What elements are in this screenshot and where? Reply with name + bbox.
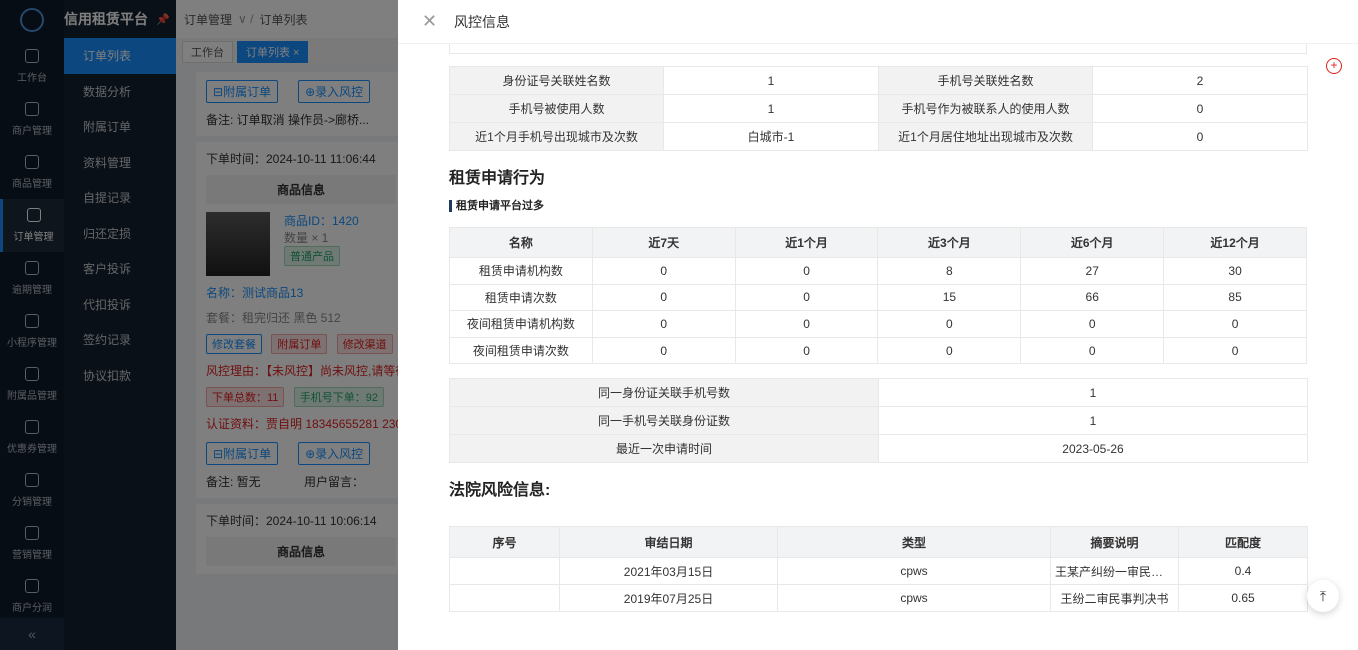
field-value: 1 (663, 94, 879, 123)
table-cell: 15 (877, 283, 1022, 312)
table-cell: 8 (877, 257, 1022, 285)
lease-stats-table-wrap: 名称 近7天 近1个月 近3个月 近6个月 近12个月 租赁申请机构数 0 0 8 27 30 租赁申… (449, 227, 1307, 365)
column-header: 类型 (777, 526, 1051, 558)
section-court-heading: 法院风险信息: (449, 482, 551, 499)
close-icon[interactable]: ✕ (422, 11, 438, 32)
identity-table: 身份证号关联姓名数 1 手机号关联姓名数 2 手机号被使用人数 1 手机号作为被联系人的使用… (449, 66, 1308, 151)
table-cell: 0.65 (1178, 584, 1308, 612)
table-cell: cpws (777, 557, 1051, 585)
table-cell: 夜间租赁申请机构数 (449, 310, 593, 338)
court-table: 序号 审结日期 类型 摘要说明 匹配度 2021年03月15日 cpws 王某产纠纷一审民事… (449, 526, 1308, 612)
table-cell: 0 (1163, 336, 1307, 365)
table-row: 最近一次申请时间 2023-05-26 (449, 434, 1308, 463)
court-table-wrap: 序号 审结日期 类型 摘要说明 匹配度 2021年03月15日 cpws 王某产纠纷一审民事… (449, 526, 1308, 612)
column-header: 近12个月 (1163, 227, 1307, 258)
field-value: 2023-05-26 (878, 434, 1308, 463)
field-value: 0 (1092, 122, 1308, 151)
drawer-header: ✕ 风控信息 (398, 0, 1358, 44)
field-value: 1 (663, 66, 879, 95)
table-cell: 0.4 (1178, 557, 1308, 585)
field-label: 最近一次申请时间 (449, 434, 879, 463)
table-cell: 王某产纠纷一审民事判决书 (1050, 557, 1179, 585)
field-value: 1 (878, 406, 1308, 435)
section-court-title: 法院风险信息: (449, 476, 1307, 500)
table-cell: 0 (591, 257, 736, 285)
table-cell: 夜间租赁申请次数 (449, 336, 593, 365)
table-cell: 27 (1020, 257, 1165, 285)
risk-info-drawer: ✕ 风控信息 身份证号关联姓名数 1 手机号关联姓名数 2 手机号被使用人数 1 手机号作为… (398, 0, 1358, 650)
table-cell: 2021年03月15日 (559, 557, 778, 585)
table-cell: 0 (591, 283, 736, 312)
field-value: 1 (878, 378, 1308, 407)
table-row: 近1个月手机号出现城市及次数 白城市-1 近1个月居住地址出现城市及次数 0 (449, 122, 1308, 151)
column-header: 近3个月 (877, 227, 1022, 258)
table-cell: 30 (1163, 257, 1307, 285)
field-label: 同一手机号关联身份证数 (449, 406, 879, 435)
table-cell: 0 (734, 310, 879, 338)
table-cell: 66 (1020, 283, 1165, 312)
table-cell (449, 584, 560, 612)
table-row: 租赁申请次数 0 0 15 66 85 (449, 283, 1307, 312)
field-label: 身份证号关联姓名数 (449, 66, 664, 95)
table-cell: 0 (591, 336, 736, 365)
table-row: 夜间租赁申请次数 0 0 0 0 0 (449, 336, 1307, 365)
identity-table-wrap: 身份证号关联姓名数 1 手机号关联姓名数 2 手机号被使用人数 1 手机号作为被联系人的使用… (449, 66, 1308, 151)
table-cell: 0 (734, 283, 879, 312)
table-row: 同一身份证关联手机号数 1 (449, 378, 1308, 407)
section-lease-heading: 租赁申请行为 (449, 170, 546, 187)
back-to-top-button[interactable]: ⤒ (1307, 580, 1339, 612)
relation-table: 同一身份证关联手机号数 1 同一手机号关联身份证数 1 最近一次申请时间 2023-05-… (449, 378, 1308, 463)
field-label: 近1个月手机号出现城市及次数 (449, 122, 664, 151)
table-row: 2019年07月25日 cpws 王纷二审民事判决书 0.65 (449, 584, 1308, 612)
table-cell: 0 (877, 310, 1022, 338)
column-header: 摘要说明 (1050, 526, 1179, 558)
table-cell: 租赁申请次数 (449, 283, 593, 312)
table-row: 手机号被使用人数 1 手机号作为被联系人的使用人数 0 (449, 94, 1308, 123)
table-cell: 租赁申请机构数 (449, 257, 593, 285)
field-label: 手机号被使用人数 (449, 94, 664, 123)
field-value: 0 (1092, 94, 1308, 123)
table-cell: 0 (591, 310, 736, 338)
table-partial-row (449, 44, 1307, 54)
table-row: 夜间租赁申请机构数 0 0 0 0 0 (449, 310, 1307, 338)
column-header: 名称 (449, 227, 593, 258)
table-cell: 0 (1020, 336, 1165, 365)
table-cell: 0 (1020, 310, 1165, 338)
table-cell: 0 (877, 336, 1022, 365)
table-cell: 王纷二审民事判决书 (1050, 584, 1179, 612)
table-cell (449, 557, 560, 585)
drawer-title: 风控信息 (454, 13, 510, 30)
field-label: 近1个月居住地址出现城市及次数 (878, 122, 1093, 151)
drawer-body[interactable]: 身份证号关联姓名数 1 手机号关联姓名数 2 手机号被使用人数 1 手机号作为被联系人的使用… (398, 44, 1358, 650)
column-header: 近1个月 (734, 227, 879, 258)
subsection-platform: 租赁申请平台过多 (449, 200, 1307, 212)
column-header: 近7天 (591, 227, 736, 258)
table-cell: 0 (734, 336, 879, 365)
field-value: 2 (1092, 66, 1308, 95)
add-circle-icon[interactable]: + (1326, 58, 1342, 74)
field-label: 同一身份证关联手机号数 (449, 378, 879, 407)
column-header: 匹配度 (1178, 526, 1308, 558)
subsection-platform-heading: 租赁申请平台过多 (449, 200, 1307, 212)
section-lease-title: 租赁申请行为 (449, 164, 1307, 188)
lease-stats-table: 名称 近7天 近1个月 近3个月 近6个月 近12个月 租赁申请机构数 0 0 8 27 30 租赁申… (449, 227, 1307, 365)
table-cell: 85 (1163, 283, 1307, 312)
table-row: 同一手机号关联身份证数 1 (449, 406, 1308, 435)
table-row: 租赁申请机构数 0 0 8 27 30 (449, 257, 1307, 285)
column-header: 审结日期 (559, 526, 778, 558)
table-cell: 2019年07月25日 (559, 584, 778, 612)
relation-table-wrap: 同一身份证关联手机号数 1 同一手机号关联身份证数 1 最近一次申请时间 2023-05-… (449, 378, 1308, 463)
table-cell: 0 (734, 257, 879, 285)
column-header: 近6个月 (1020, 227, 1165, 258)
field-label: 手机号关联姓名数 (878, 66, 1093, 95)
table-row: 身份证号关联姓名数 1 手机号关联姓名数 2 (449, 66, 1308, 95)
field-label: 手机号作为被联系人的使用人数 (878, 94, 1093, 123)
column-header: 序号 (449, 526, 560, 558)
table-row: 2021年03月15日cpws王某产纠纷一审民事判决书0.4 (449, 557, 1308, 585)
table-cell: cpws (777, 584, 1051, 612)
table-cell: 0 (1163, 310, 1307, 338)
field-value: 白城市-1 (663, 122, 879, 151)
